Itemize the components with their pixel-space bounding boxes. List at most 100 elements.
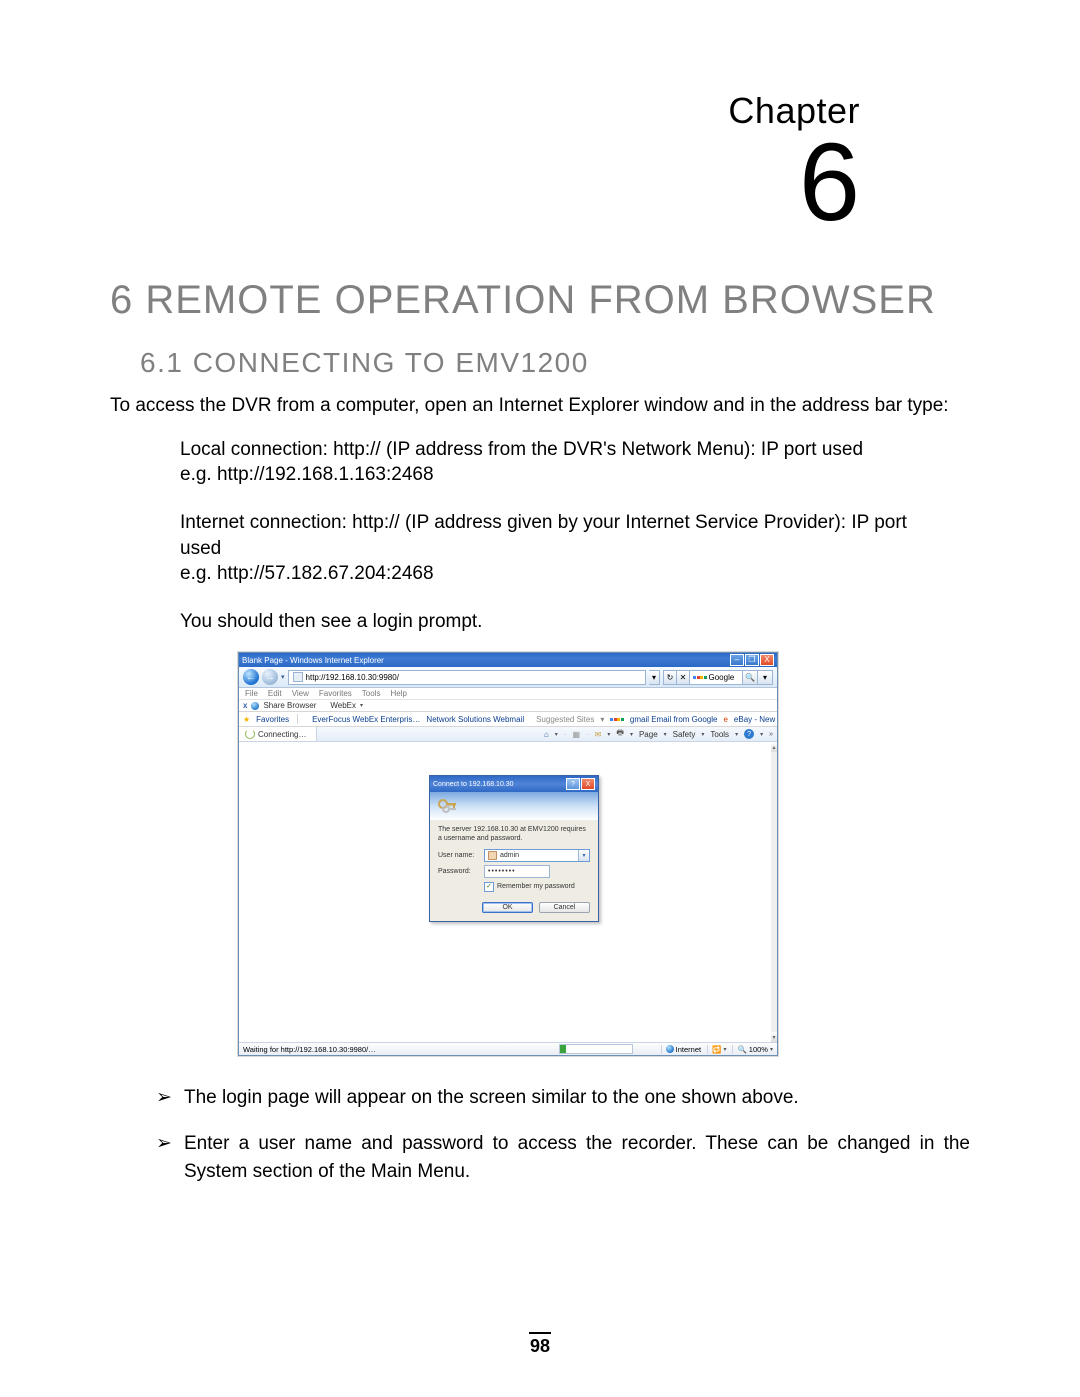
minimize-button[interactable]: –: [730, 654, 744, 666]
chevron-down-icon[interactable]: ▾: [630, 731, 633, 738]
google-icon: [693, 676, 707, 679]
menu-help[interactable]: Help: [390, 689, 406, 698]
ok-button[interactable]: OK: [482, 902, 533, 913]
menu-view[interactable]: View: [292, 689, 309, 698]
url-input[interactable]: http://192.168.10.30:9980/: [288, 670, 646, 685]
favorites-star-icon[interactable]: ★: [243, 715, 250, 724]
list-item: ➢ The login page will appear on the scre…: [156, 1084, 970, 1112]
ie-share-toolbar: x Share Browser WebEx ▾: [239, 700, 777, 712]
username-value: admin: [500, 852, 519, 859]
auth-title-text: Connect to 192.168.10.30: [433, 781, 565, 788]
intro-paragraph: To access the DVR from a computer, open …: [110, 393, 970, 419]
page-number-value: 98: [530, 1336, 550, 1356]
search-go-button[interactable]: 🔍: [743, 670, 758, 685]
close-icon[interactable]: x: [243, 701, 247, 710]
nav-dropdown-icon[interactable]: ▾: [281, 673, 285, 681]
menu-tools[interactable]: Tools: [362, 689, 381, 698]
bullet-arrow-icon: ➢: [156, 1084, 184, 1112]
home-icon[interactable]: ⌂: [544, 730, 549, 739]
stop-button[interactable]: ✕: [677, 670, 690, 685]
fav-link-2[interactable]: Network Solutions Webmail: [426, 715, 524, 724]
heading-2: 6.1 CONNECTING TO EMV1200: [140, 347, 970, 379]
search-input[interactable]: Google: [690, 670, 743, 685]
fav-link-3[interactable]: Suggested Sites: [536, 715, 594, 724]
webex-label[interactable]: WebEx: [330, 701, 356, 710]
cancel-button[interactable]: Cancel: [539, 902, 590, 913]
auth-banner: [430, 792, 598, 820]
menu-favorites[interactable]: Favorites: [319, 689, 352, 698]
help-icon[interactable]: ?: [744, 729, 754, 739]
status-text: Waiting for http://192.168.10.30:9980/…: [243, 1045, 376, 1054]
chevron-down-icon[interactable]: ▾: [600, 715, 604, 724]
close-button[interactable]: X: [581, 778, 595, 790]
google-icon: [610, 718, 624, 721]
back-button[interactable]: ←: [243, 669, 259, 685]
zoom-dropdown-icon[interactable]: ▾: [770, 1046, 773, 1053]
fav-link-4[interactable]: gmail Email from Google: [630, 715, 718, 724]
protected-mode-icon[interactable]: 🔁: [712, 1045, 721, 1054]
feed-icon[interactable]: ▦: [572, 730, 580, 739]
favorites-label: Favorites: [256, 715, 289, 724]
auth-titlebar: Connect to 192.168.10.30 ? X: [430, 776, 598, 792]
username-input[interactable]: admin ▾: [484, 849, 590, 862]
menu-file[interactable]: File: [245, 689, 258, 698]
chapter-heading: Chapter 6: [110, 90, 860, 238]
checkbox-icon: ✓: [484, 882, 494, 892]
close-button[interactable]: X: [760, 654, 774, 666]
search-dropdown[interactable]: ▾: [758, 670, 773, 685]
password-input[interactable]: ••••••••: [484, 865, 550, 878]
chevron-down-icon[interactable]: ▾: [760, 731, 763, 738]
password-label: Password:: [438, 868, 480, 875]
remember-label: Remember my password: [497, 883, 575, 890]
username-dropdown[interactable]: ▾: [578, 850, 589, 861]
scroll-down-button[interactable]: ▾: [771, 1032, 777, 1042]
chevron-down-icon[interactable]: ▾: [664, 731, 667, 738]
help-button[interactable]: ?: [566, 778, 580, 790]
refresh-button[interactable]: ↻: [663, 670, 677, 685]
cmd-page[interactable]: Page: [639, 730, 658, 739]
mail-icon[interactable]: ✉: [595, 730, 602, 739]
ie-address-bar: ← → ▾ http://192.168.10.30:9980/ ▾ ↻ ✕ G…: [239, 667, 777, 688]
fav-link-5[interactable]: eBay - New & used electroni…: [734, 715, 777, 724]
cmd-safety[interactable]: Safety: [673, 730, 696, 739]
scroll-up-button[interactable]: ▴: [771, 742, 777, 752]
internet-zone-icon: [666, 1045, 674, 1053]
tab-connecting[interactable]: Connecting…: [239, 727, 317, 741]
chevron-down-icon[interactable]: ▾: [735, 731, 738, 738]
cmd-tools[interactable]: Tools: [710, 730, 729, 739]
remember-checkbox[interactable]: ✓ Remember my password: [484, 882, 590, 892]
ie-viewport: ▴ ▾ Connect to 192.168.10.30 ? X: [239, 742, 777, 1042]
document-page: Chapter 6 6 REMOTE OPERATION FROM BROWSE…: [0, 0, 1080, 1397]
page-favicon-icon: [293, 672, 303, 682]
menu-edit[interactable]: Edit: [268, 689, 282, 698]
chevron-down-icon[interactable]: ▾: [607, 731, 610, 738]
username-label: User name:: [438, 852, 480, 859]
bullet-list: ➢ The login page will appear on the scre…: [156, 1084, 970, 1185]
share-browser-label: Share Browser: [263, 701, 316, 710]
person-icon: [488, 851, 497, 860]
print-icon[interactable]: 🖶: [616, 727, 624, 741]
search-box: ↻ ✕ Google 🔍 ▾: [663, 670, 773, 685]
spinner-icon: [245, 729, 255, 739]
auth-message: The server 192.168.10.30 at EMV1200 requ…: [438, 826, 590, 844]
ie-tab-bar: Connecting… ⌂▾ · ▦ · ✉▾ 🖶▾ Page▾ Safety▾…: [239, 727, 777, 742]
url-text: http://192.168.10.30:9980/: [306, 673, 399, 682]
login-prompt-paragraph: You should then see a login prompt.: [180, 609, 940, 635]
ie-window-title: Blank Page - Windows Internet Explorer: [242, 656, 730, 665]
chevron-down-icon[interactable]: ▾: [555, 731, 558, 738]
chevron-down-icon[interactable]: ▾: [701, 731, 704, 738]
overflow-icon[interactable]: »: [769, 731, 773, 738]
zoom-icon[interactable]: 🔍: [737, 1045, 746, 1054]
tab-label: Connecting…: [258, 730, 306, 739]
bullet-text: The login page will appear on the screen…: [184, 1084, 970, 1112]
ie-menu-bar: File Edit View Favorites Tools Help: [239, 688, 777, 700]
webex-dropdown-icon[interactable]: ▾: [360, 702, 363, 709]
chevron-down-icon[interactable]: ▾: [723, 1046, 726, 1053]
internet-connection-paragraph: Internet connection: http:// (IP address…: [180, 510, 940, 587]
forward-button[interactable]: →: [262, 669, 278, 685]
maximize-button[interactable]: ❐: [745, 654, 759, 666]
zoom-value: 100%: [749, 1045, 768, 1054]
url-dropdown[interactable]: ▾: [649, 670, 660, 685]
fav-link-1[interactable]: EverFocus WebEx Enterpris…: [312, 715, 420, 724]
heading-1: 6 REMOTE OPERATION FROM BROWSER: [110, 278, 970, 323]
